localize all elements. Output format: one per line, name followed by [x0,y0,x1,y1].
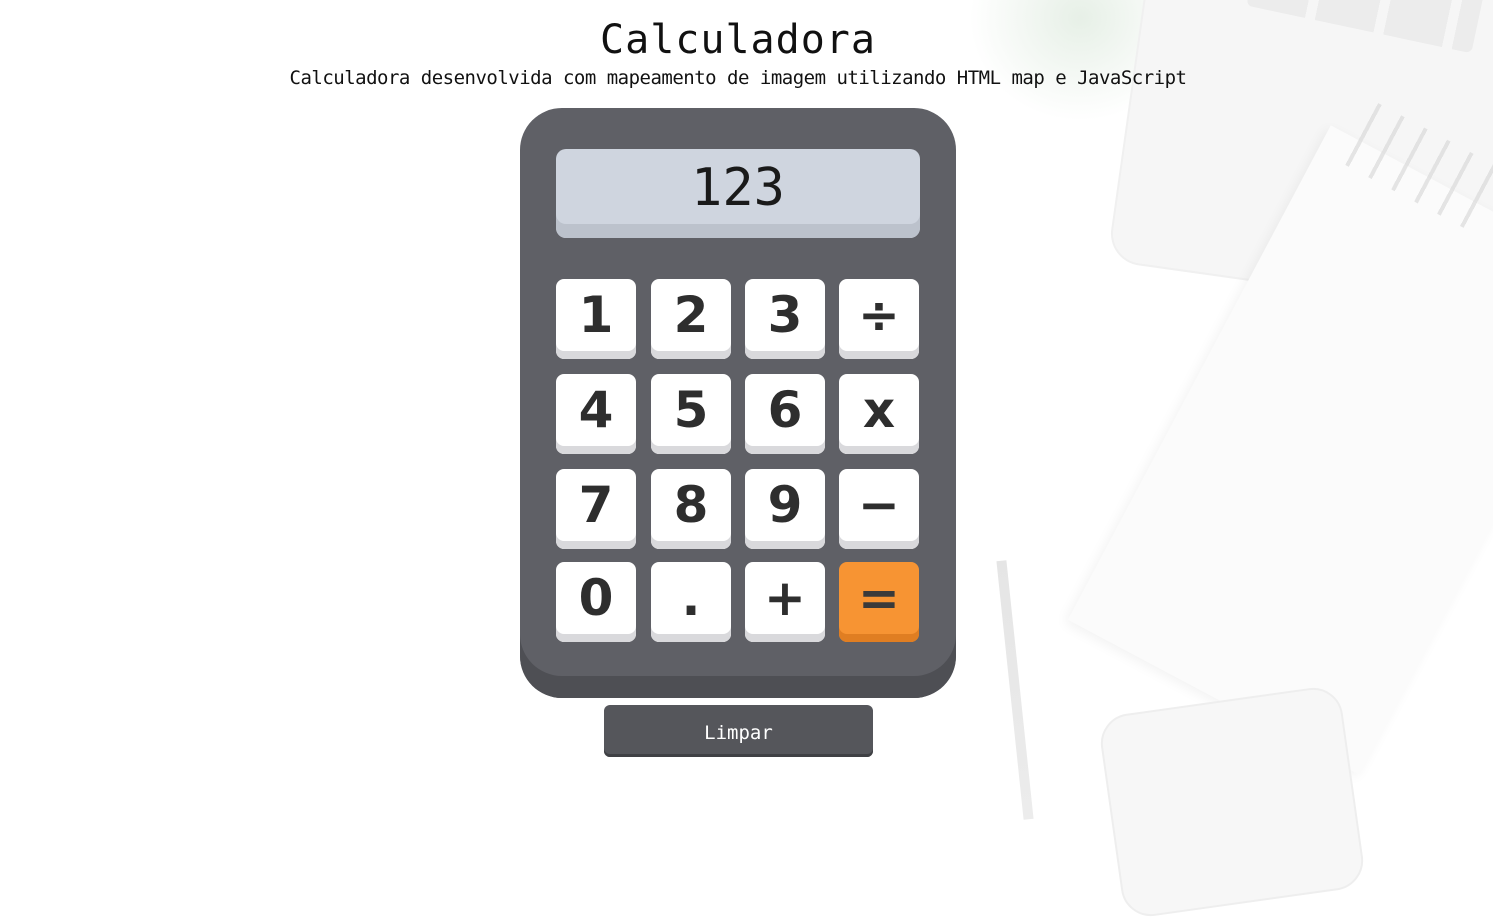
key-equals[interactable]: = [839,562,919,642]
page-subtitle: Calculadora desenvolvida com mapeamento … [289,67,1188,89]
clear-button[interactable]: Limpar [604,705,873,757]
key-decimal[interactable]: . [651,562,731,642]
notebook-decoration [1067,125,1493,775]
phone-decoration [1096,684,1368,920]
key-add[interactable]: + [745,562,825,642]
calculator: 123 1 2 3 ÷ 4 5 6 x 7 8 9 − 0 . + = [520,108,956,698]
page-header: Calculadora Calculadora desenvolvida com… [0,14,1476,90]
key-9[interactable]: 9 [745,469,825,549]
key-5[interactable]: 5 [651,374,731,454]
key-3[interactable]: 3 [745,279,825,359]
calculator-display: 123 [556,149,920,238]
key-subtract[interactable]: − [839,469,919,549]
key-2[interactable]: 2 [651,279,731,359]
key-4[interactable]: 4 [556,374,636,454]
key-6[interactable]: 6 [745,374,825,454]
pencil-decoration [996,560,1034,820]
key-7[interactable]: 7 [556,469,636,549]
page-title: Calculadora [600,17,876,63]
key-1[interactable]: 1 [556,279,636,359]
key-8[interactable]: 8 [651,469,731,549]
key-multiply[interactable]: x [839,374,919,454]
notebook-rings-decoration [1332,96,1493,234]
key-0[interactable]: 0 [556,562,636,642]
key-divide[interactable]: ÷ [839,279,919,359]
